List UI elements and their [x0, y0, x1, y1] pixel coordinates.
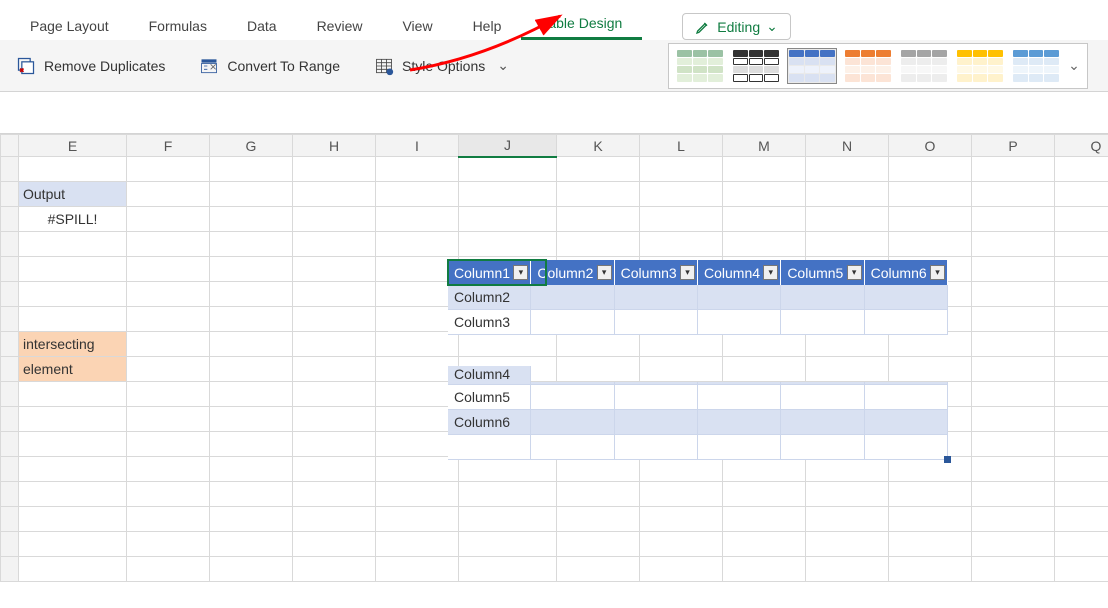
- table-header-cell[interactable]: Column1▾: [448, 260, 531, 285]
- col-header-h[interactable]: H: [293, 135, 376, 157]
- col-header-i[interactable]: I: [376, 135, 459, 157]
- excel-table[interactable]: Column1▾ Column2▾ Column3▾ Column4▾ Colu…: [448, 260, 948, 460]
- convert-to-range-label: Convert To Range: [227, 58, 340, 74]
- table-style-thumb-6[interactable]: [955, 48, 1005, 84]
- table-cell[interactable]: Column6: [448, 410, 531, 435]
- table-row[interactable]: Column5: [448, 385, 948, 410]
- filter-dropdown-icon[interactable]: ▾: [930, 265, 945, 280]
- table-cell[interactable]: [448, 435, 531, 460]
- table-header-row: Column1▾ Column2▾ Column3▾ Column4▾ Colu…: [448, 260, 948, 285]
- table-header-label: Column6: [871, 265, 928, 281]
- col-header-q[interactable]: Q: [1055, 135, 1108, 157]
- filter-dropdown-icon[interactable]: ▾: [847, 265, 862, 280]
- table-row[interactable]: Column4: [448, 335, 948, 385]
- select-all-corner[interactable]: [1, 135, 19, 157]
- remove-duplicates-icon: [16, 56, 36, 76]
- tab-formulas[interactable]: Formulas: [129, 10, 227, 40]
- style-options-icon: [374, 56, 394, 76]
- cell-element[interactable]: element: [19, 357, 127, 382]
- table-row[interactable]: Column6: [448, 410, 948, 435]
- tab-data[interactable]: Data: [227, 10, 297, 40]
- col-header-p[interactable]: P: [972, 135, 1055, 157]
- formula-bar-area: [0, 92, 1108, 134]
- filter-dropdown-icon[interactable]: ▾: [597, 265, 612, 280]
- chevron-down-icon: ⌄: [766, 18, 778, 35]
- table-header-label: Column1: [454, 265, 511, 281]
- convert-to-range-button[interactable]: Convert To Range: [195, 52, 344, 80]
- col-header-l[interactable]: L: [640, 135, 723, 157]
- table-header-label: Column3: [621, 265, 678, 281]
- cell-output-label[interactable]: Output: [19, 182, 127, 207]
- table-header-cell[interactable]: Column5▾: [781, 260, 864, 285]
- table-header-label: Column2: [537, 265, 594, 281]
- style-options-label: Style Options: [402, 58, 485, 74]
- table-header-label: Column5: [787, 265, 844, 281]
- table-header-cell[interactable]: Column6▾: [865, 260, 948, 285]
- remove-duplicates-label: Remove Duplicates: [44, 58, 165, 74]
- column-header-row: E F G H I J K L M N O P Q: [1, 135, 1108, 157]
- table-style-thumb-2[interactable]: [731, 48, 781, 84]
- col-header-k[interactable]: K: [557, 135, 640, 157]
- ribbon-toolbar: Remove Duplicates Convert To Range Style…: [0, 40, 1108, 92]
- table-row[interactable]: Column3: [448, 310, 948, 335]
- cell-spill-error[interactable]: #SPILL!: [19, 207, 127, 232]
- tab-help[interactable]: Help: [453, 10, 522, 40]
- gallery-more-button[interactable]: ⌄: [1067, 57, 1081, 74]
- editing-mode-button[interactable]: Editing ⌄: [682, 13, 791, 40]
- table-cell[interactable]: Column5: [448, 385, 531, 410]
- table-cell[interactable]: Column2: [448, 285, 531, 310]
- col-header-f[interactable]: F: [127, 135, 210, 157]
- table-header-cell[interactable]: Column2▾: [531, 260, 614, 285]
- pencil-icon: [695, 19, 711, 35]
- table-cell[interactable]: Column4: [448, 366, 531, 385]
- table-style-thumb-4[interactable]: [843, 48, 893, 84]
- table-row[interactable]: [448, 435, 948, 460]
- col-header-g[interactable]: G: [210, 135, 293, 157]
- col-header-m[interactable]: M: [723, 135, 806, 157]
- table-style-thumb-3[interactable]: [787, 48, 837, 84]
- table-header-label: Column4: [704, 265, 761, 281]
- cell-intersecting[interactable]: intersecting: [19, 332, 127, 357]
- col-header-o[interactable]: O: [889, 135, 972, 157]
- table-row[interactable]: Column2: [448, 285, 948, 310]
- col-header-j[interactable]: J: [459, 135, 557, 157]
- filter-dropdown-icon[interactable]: ▾: [513, 265, 528, 280]
- ribbon-tabs: Page Layout Formulas Data Review View He…: [0, 0, 1108, 40]
- table-header-cell[interactable]: Column3▾: [615, 260, 698, 285]
- style-options-button[interactable]: Style Options ⌄: [370, 52, 513, 80]
- editing-label: Editing: [717, 19, 760, 35]
- chevron-down-icon: ⌄: [497, 57, 509, 74]
- table-header-cell[interactable]: Column4▾: [698, 260, 781, 285]
- tab-review[interactable]: Review: [297, 10, 383, 40]
- table-body: Column2 Column3 Column4 Column5 Column6: [448, 285, 948, 460]
- filter-dropdown-icon[interactable]: ▾: [680, 265, 695, 280]
- filter-dropdown-icon[interactable]: ▾: [763, 265, 778, 280]
- convert-to-range-icon: [199, 56, 219, 76]
- worksheet-grid[interactable]: E F G H I J K L M N O P Q Output #SPILL!…: [0, 134, 1108, 582]
- tab-table-design[interactable]: Table Design: [521, 7, 642, 40]
- table-style-gallery: ⌄: [668, 43, 1088, 89]
- col-header-n[interactable]: N: [806, 135, 889, 157]
- remove-duplicates-button[interactable]: Remove Duplicates: [12, 52, 169, 80]
- table-cell[interactable]: Column3: [448, 310, 531, 335]
- table-style-thumb-5[interactable]: [899, 48, 949, 84]
- col-header-e[interactable]: E: [19, 135, 127, 157]
- table-style-thumb-7[interactable]: [1011, 48, 1061, 84]
- tab-page-layout[interactable]: Page Layout: [10, 10, 129, 40]
- tab-view[interactable]: View: [382, 10, 452, 40]
- table-style-thumb-1[interactable]: [675, 48, 725, 84]
